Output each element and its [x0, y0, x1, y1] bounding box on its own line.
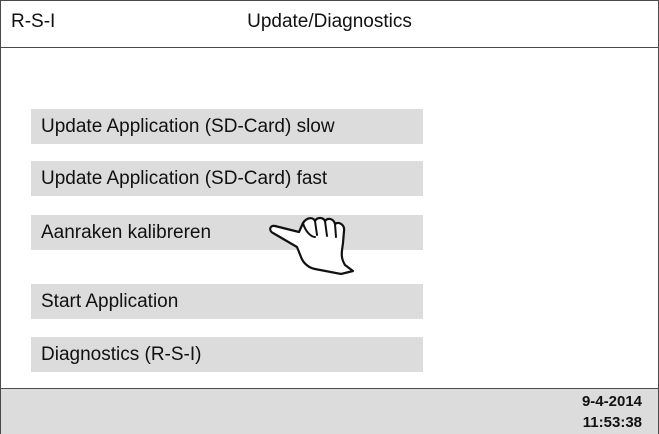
pointing-hand-icon	[269, 216, 355, 275]
page-title: Update/Diagnostics	[247, 11, 412, 32]
device-screen: R-S-I Update/Diagnostics Update Applicat…	[0, 0, 659, 434]
title-bar: R-S-I Update/Diagnostics	[1, 1, 658, 48]
start-application-button[interactable]: Start Application	[31, 284, 423, 319]
status-time: 11:53:38	[582, 414, 642, 431]
status-date: 9-4-2014	[581, 393, 642, 410]
diagnostics-button[interactable]: Diagnostics (R-S-I)	[31, 337, 423, 372]
update-slow-button[interactable]: Update Application (SD-Card) slow	[31, 109, 423, 144]
update-fast-button[interactable]: Update Application (SD-Card) fast	[31, 161, 423, 196]
status-bar: 9-4-2014 11:53:38	[1, 388, 658, 434]
